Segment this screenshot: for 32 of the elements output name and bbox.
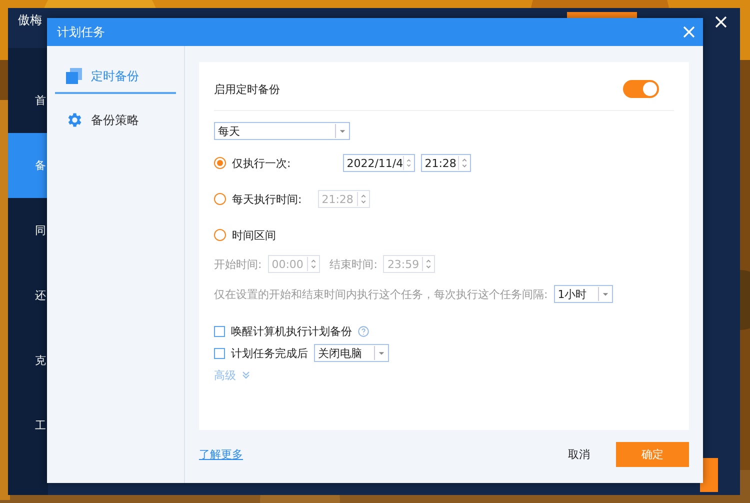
radio-label: 时间区间 — [232, 228, 276, 242]
sidebar-item[interactable]: 克 — [8, 328, 48, 393]
cancel-button[interactable]: 取消 — [558, 441, 600, 468]
copy-icon — [65, 67, 83, 85]
nav-tab[interactable]: 备份策略 — [55, 104, 176, 138]
interval-select[interactable]: 1小时 — [554, 285, 613, 303]
radio-button[interactable] — [214, 157, 226, 169]
chevron-down-icon — [242, 371, 250, 379]
toggle-switch[interactable] — [623, 80, 659, 98]
checkbox-label: 计划任务完成后 — [231, 346, 308, 360]
sidebar-item[interactable]: 同 — [8, 198, 48, 263]
checkbox[interactable] — [214, 326, 225, 336]
frequency-select[interactable]: 每天 — [214, 122, 350, 140]
field-label: 结束时间: — [330, 256, 378, 272]
sidebar-item[interactable]: 工 — [8, 393, 48, 458]
dialog-title: 计划任务 — [57, 24, 105, 40]
window-title: 傲梅 — [18, 12, 42, 29]
radio-button[interactable] — [214, 229, 226, 241]
sidebar-item[interactable]: 还 — [8, 263, 48, 328]
field-label: 开始时间: — [214, 256, 262, 272]
radio-label: 每天执行时间: — [232, 192, 302, 206]
help-icon[interactable] — [358, 326, 369, 336]
toggle-label: 启用定时备份 — [214, 82, 280, 96]
radio-button[interactable] — [214, 193, 226, 205]
interval-note: 仅在设置的开始和结束时间内执行这个任务，每次执行这个任务间隔: — [214, 286, 548, 302]
spinner-field[interactable]: 2022/11/4 — [342, 154, 415, 172]
spinner-field[interactable]: 21:28 — [420, 154, 471, 172]
radio-label: 仅执行一次: — [232, 156, 291, 170]
action-select[interactable]: 关闭电脑 — [314, 344, 389, 362]
sidebar-item[interactable]: 首 — [8, 68, 48, 133]
checkbox-label: 唤醒计算机执行计划备份 — [231, 324, 352, 338]
checkbox[interactable] — [214, 348, 225, 358]
